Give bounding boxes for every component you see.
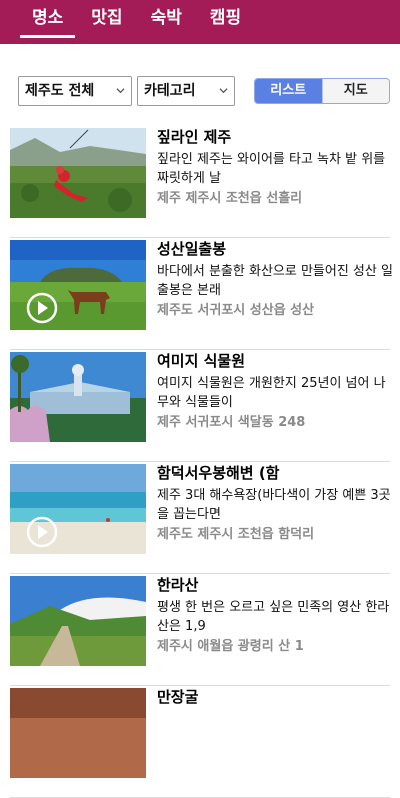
item-description: 바다에서 분출한 화산으로 만들어진 성산 일출봉은 본래 xyxy=(157,264,393,298)
item-title: 성산일출봉 xyxy=(157,240,227,258)
item-title: 여미지 식물원 xyxy=(157,352,246,370)
region-select-label: 제주도 전체 xyxy=(25,83,95,99)
category-select-label: 카테고리 xyxy=(144,83,196,99)
thumbnail-image xyxy=(10,352,146,442)
tab-restaurants[interactable]: 맛집 xyxy=(79,0,134,40)
list-item[interactable]: 짚라인 제주 짚라인 제주는 와이어를 타고 녹차 밭 위를 짜릿하게 날 제주… xyxy=(10,126,390,238)
top-navigation-bar: 명소 맛집 숙박 캠핑 xyxy=(0,0,400,44)
item-address: 제주 제주시 조천읍 선흘리 xyxy=(157,191,303,206)
thumbnail-image xyxy=(10,240,146,330)
region-select[interactable]: 제주도 전체 xyxy=(18,76,132,106)
item-address: 제주도 서귀포시 성산읍 성산 xyxy=(157,303,315,318)
item-description: 제주 3대 해수욕장(바다색이 가장 예쁜 3곳을 꼽는다면 xyxy=(157,488,391,522)
tab-lodging[interactable]: 숙박 xyxy=(139,0,194,40)
chevron-down-icon xyxy=(219,88,228,94)
item-title: 한라산 xyxy=(157,576,199,594)
item-title: 짚라인 제주 xyxy=(157,128,232,146)
thumbnail-image xyxy=(10,128,146,218)
category-select[interactable]: 카테고리 xyxy=(137,76,235,106)
thumbnail-image xyxy=(10,464,146,554)
list-item[interactable]: 성산일출봉 바다에서 분출한 화산으로 만들어진 성산 일출봉은 본래 제주도 … xyxy=(10,238,393,350)
filter-bar: 제주도 전체 카테고리 리스트 지도 xyxy=(18,76,390,106)
tab-attractions[interactable]: 명소 xyxy=(20,0,76,40)
item-description: 여미지 식물원은 개원한지 25년이 넘어 나무와 식물들이 xyxy=(157,376,386,410)
item-address: 제주 서귀포시 색달동 248 xyxy=(157,415,306,430)
list-item[interactable]: 한라산 평생 한 번은 오르고 싶은 민족의 영산 한라산은 1,9 제주시 애… xyxy=(10,574,390,686)
list-item[interactable]: 여미지 식물원 여미지 식물원은 개원한지 25년이 넘어 나무와 식물들이 제… xyxy=(10,350,390,462)
list-item[interactable]: 함덕서우봉해변 (함 제주 3대 해수욕장(바다색이 가장 예쁜 3곳을 꼽는다… xyxy=(10,462,391,574)
chevron-down-icon xyxy=(116,88,125,94)
list-item[interactable]: 만장굴 xyxy=(10,686,390,798)
item-title: 함덕서우봉해변 (함 xyxy=(157,464,280,482)
thumbnail-image xyxy=(10,688,146,778)
item-description: 평생 한 번은 오르고 싶은 민족의 영산 한라산은 1,9 xyxy=(157,600,390,634)
item-description: 짚라인 제주는 와이어를 타고 녹차 밭 위를 짜릿하게 날 xyxy=(157,152,386,186)
tab-camping[interactable]: 캠핑 xyxy=(198,0,253,40)
thumbnail-image xyxy=(10,576,146,666)
item-address: 제주도 제주시 조천읍 함덕리 xyxy=(157,527,315,542)
item-address: 제주시 애월읍 광령리 산 1 xyxy=(157,639,304,654)
list-view-button[interactable]: 리스트 xyxy=(255,79,322,103)
attraction-list: 짚라인 제주 짚라인 제주는 와이어를 타고 녹차 밭 위를 짜릿하게 날 제주… xyxy=(0,126,400,798)
map-view-button[interactable]: 지도 xyxy=(321,79,389,103)
view-toggle: 리스트 지도 xyxy=(254,78,390,104)
